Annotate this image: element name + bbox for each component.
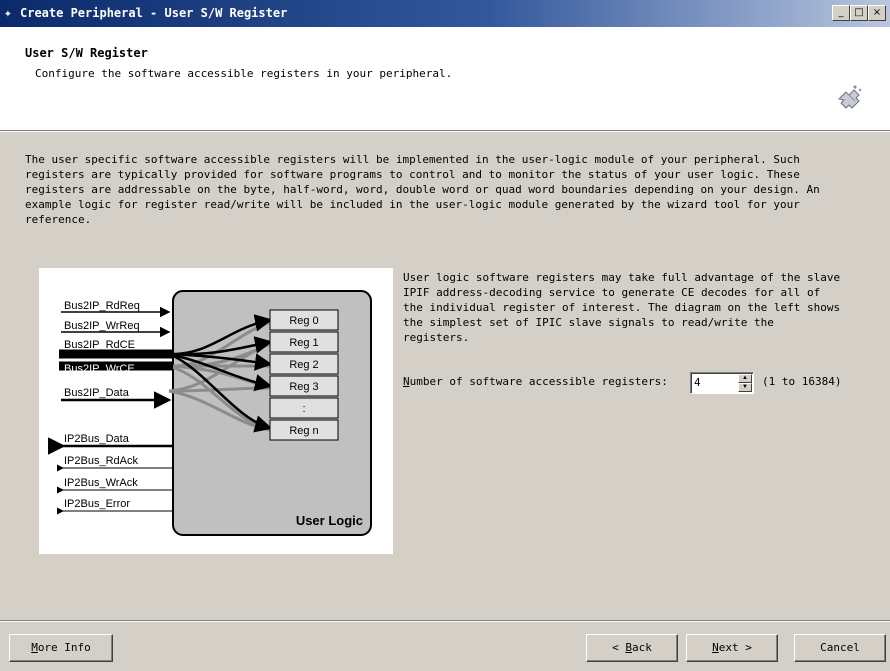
maximize-button[interactable]: □ (850, 5, 868, 21)
signal-ip2bus-error: IP2Bus_Error (64, 498, 130, 510)
signal-bus2ip-rdce: Bus2IP_RdCE (64, 339, 135, 351)
puzzle-icon (837, 85, 862, 109)
signal-bus2ip-wrreq: Bus2IP_WrReq (64, 320, 140, 332)
signal-ip2bus-wrack: IP2Bus_WrAck (64, 477, 138, 489)
window-title: Create Peripheral - User S/W Register (20, 6, 288, 20)
register-0: Reg 0 (289, 315, 318, 327)
signal-bus2ip-data: Bus2IP_Data (64, 387, 130, 399)
close-button[interactable]: × (868, 5, 886, 21)
minimize-button[interactable]: _ (832, 5, 850, 21)
signal-ip2bus-rdack: IP2Bus_RdAck (64, 455, 138, 467)
signal-bus2ip-rdreq: Bus2IP_RdReq (64, 300, 140, 312)
register-diagram: Bus2IP_RdReq Bus2IP_WrReq Bus2IP_RdCE Bu… (39, 268, 393, 554)
next-button[interactable]: Next > (686, 634, 778, 662)
register-n: Reg n (289, 425, 318, 437)
diagram-explanation: User logic software registers may take f… (403, 271, 841, 344)
wizard-header: User S/W Register Configure the software… (0, 27, 890, 131)
register-1: Reg 1 (289, 337, 318, 349)
back-button[interactable]: < Back (586, 634, 678, 662)
register-3: Reg 3 (289, 381, 318, 393)
description-text: The user specific software accessible re… (25, 153, 820, 226)
register-count-spinner[interactable]: 4 ▲ ▼ (690, 372, 754, 394)
register-2: Reg 2 (289, 359, 318, 371)
signal-bus2ip-wrce: Bus2IP_WrCE (64, 363, 135, 375)
page-subtitle: Configure the software accessible regist… (35, 67, 453, 80)
register-count-label: Number of software accessible registers: (403, 375, 668, 388)
header-divider (0, 131, 890, 132)
title-bar: ✦ Create Peripheral - User S/W Register … (0, 0, 890, 27)
register-count-range: (1 to 16384) (762, 375, 842, 388)
spin-down-button[interactable]: ▼ (738, 383, 752, 392)
page-title: User S/W Register (25, 46, 148, 60)
register-ellipsis: : (302, 403, 305, 415)
spin-up-button[interactable]: ▲ (738, 374, 752, 383)
footer-divider (0, 620, 890, 622)
signal-ip2bus-data: IP2Bus_Data (64, 433, 130, 445)
cancel-button[interactable]: Cancel (794, 634, 886, 662)
user-logic-label: User Logic (296, 513, 363, 528)
more-info-button[interactable]: More Info (9, 634, 113, 662)
register-count-value[interactable]: 4 (694, 376, 701, 389)
gem-icon: ✦ (4, 6, 12, 21)
